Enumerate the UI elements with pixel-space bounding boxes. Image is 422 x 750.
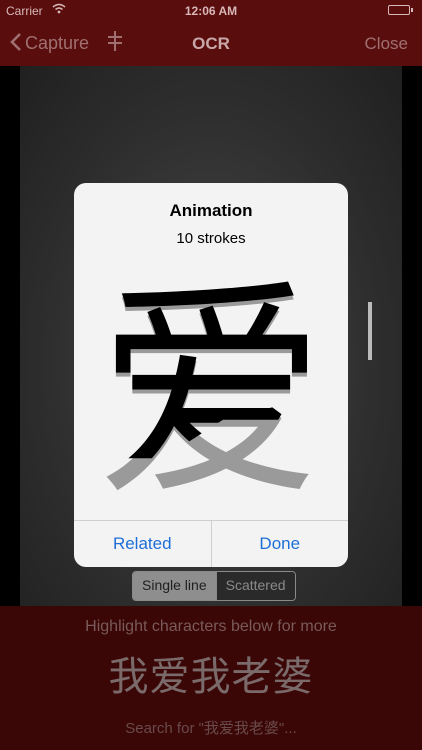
scroll-indicator bbox=[368, 302, 372, 360]
alert-title: Animation bbox=[169, 201, 253, 220]
stroke-animation: 爱 爱 bbox=[91, 271, 331, 515]
stroke-count: 10 strokes bbox=[176, 230, 246, 247]
ocr-mode-segmented-control[interactable]: Single line Scattered bbox=[132, 571, 296, 601]
navigation-bar: Capture OCR Close bbox=[0, 22, 422, 66]
alert-button-row: Related Done bbox=[74, 520, 348, 567]
recognized-characters[interactable]: 我爱我老婆 bbox=[0, 644, 422, 702]
battery-icon bbox=[388, 5, 413, 15]
close-button[interactable]: Close bbox=[365, 34, 408, 54]
status-time: 12:06 AM bbox=[184, 4, 238, 18]
nav-title: OCR bbox=[192, 34, 230, 53]
related-button[interactable]: Related bbox=[74, 521, 211, 567]
segment-single-line[interactable]: Single line bbox=[133, 572, 216, 600]
search-link[interactable]: Search for "我爱我老婆"... bbox=[0, 717, 422, 738]
done-button[interactable]: Done bbox=[210, 521, 349, 567]
status-bar: Carrier 12:06 AM bbox=[0, 0, 422, 22]
results-panel: Highlight characters below for more 我爱我老… bbox=[0, 606, 422, 750]
animation-alert: Animation 10 strokes 爱 爱 Related Done bbox=[74, 183, 348, 567]
ocr-screen: Carrier 12:06 AM Capture OCR Close Singl… bbox=[0, 0, 422, 750]
segment-scattered[interactable]: Scattered bbox=[215, 572, 295, 600]
highlight-hint: Highlight characters below for more bbox=[85, 618, 337, 635]
